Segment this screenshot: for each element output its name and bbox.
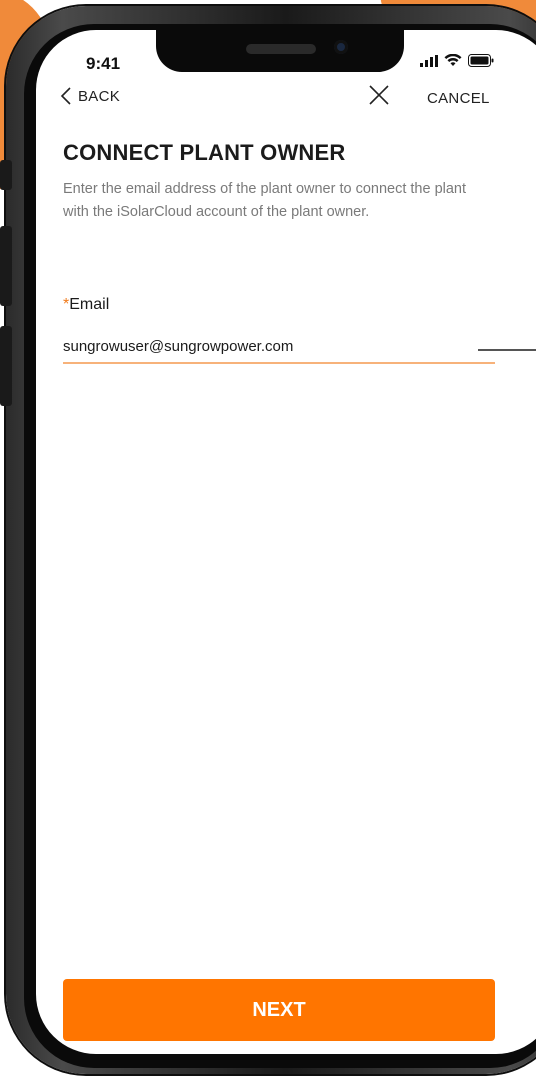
speaker-grille [246, 44, 316, 54]
nav-bar: BACK CANCEL [36, 82, 536, 112]
page-description: Enter the email address of the plant own… [63, 181, 467, 220]
stage: 9:41 BACK CANCEL CONNECT PLANT OWNER Ent… [0, 0, 536, 1081]
side-button-volume-down [0, 326, 12, 406]
wifi-icon [444, 54, 462, 66]
cancel-button[interactable]: CANCEL [427, 90, 490, 107]
annotation-line [478, 349, 536, 351]
close-icon [369, 85, 389, 105]
next-button[interactable]: NEXT [63, 979, 495, 1041]
front-camera [334, 40, 348, 54]
page-title: CONNECT PLANT OWNER [63, 140, 346, 165]
email-field[interactable] [63, 330, 495, 364]
back-button[interactable]: BACK [60, 86, 120, 106]
email-label: *Email [63, 296, 109, 314]
battery-icon [468, 54, 494, 67]
side-button-mute [0, 160, 12, 190]
phone-screen: 9:41 BACK CANCEL CONNECT PLANT OWNER Ent… [36, 30, 536, 1054]
chevron-left-icon [60, 87, 71, 105]
status-icons [420, 54, 494, 67]
signal-icon [420, 54, 438, 67]
status-time: 9:41 [86, 54, 121, 73]
side-button-volume-up [0, 226, 12, 306]
notch [156, 30, 404, 72]
close-button[interactable] [366, 82, 392, 108]
email-label-text: Email [69, 296, 110, 313]
back-label: BACK [78, 87, 121, 105]
